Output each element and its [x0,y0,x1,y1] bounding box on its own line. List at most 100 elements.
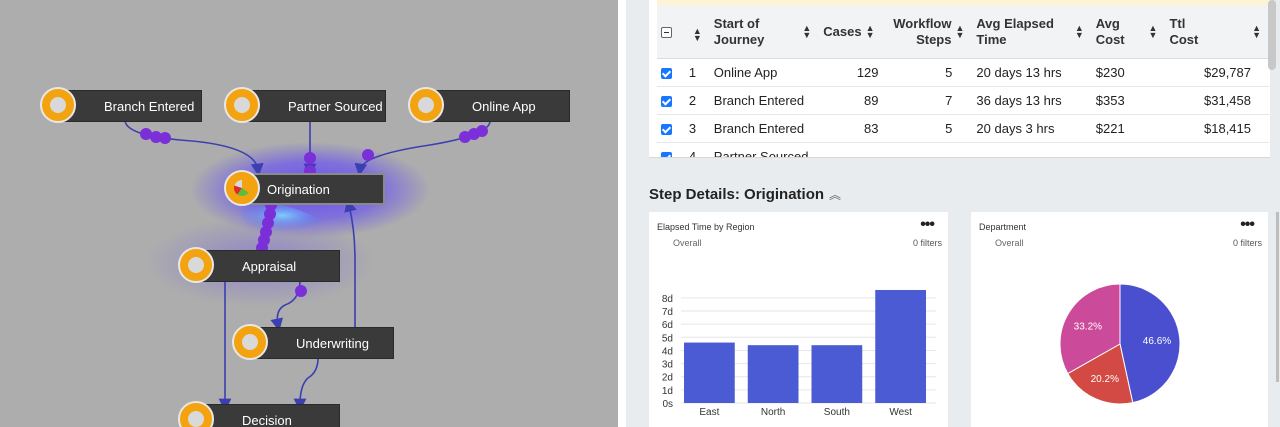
node-status-icon[interactable] [408,87,444,123]
cell-start: Branch Entered [709,114,820,143]
y-tick-label: 6d [662,320,673,331]
sort-icon[interactable]: ▲ ▼ [693,26,702,42]
col-start-of-journey[interactable]: Start of Journey ▲ ▼ [709,6,820,59]
node-label: Branch Entered [104,98,195,114]
pie-slice-label: 46.6% [1143,336,1171,347]
row-checkbox[interactable] [661,151,672,157]
y-tick-label: 2d [662,373,673,384]
node-label: Decision [242,412,292,427]
col-workflow-steps[interactable]: Workflow Steps ▲ ▼ [882,6,973,59]
select-all-header[interactable] [657,6,685,59]
select-all-checkbox[interactable] [661,26,672,38]
cell-avg-cost: $353 [1091,86,1166,115]
sort-icon[interactable]: ▲ ▼ [1252,23,1261,39]
x-tick-label: East [699,407,719,418]
cell-ttl-cost: $31,458 [1165,86,1269,115]
cell-avg-cost: $230 [1091,58,1166,87]
table-row[interactable]: 2 Branch Entered 89 7 36 days 13 hrs $35… [657,86,1269,115]
sort-icon[interactable]: ▲ ▼ [1075,23,1084,39]
table-row[interactable]: 1 Online App 129 5 20 days 13 hrs $230 $… [657,58,1269,87]
department-chart-card: Department Overall 0 filters ••• 46.6% 20… [971,212,1268,427]
y-tick-label: 0s [662,399,673,410]
node-partner-sourced[interactable]: Partner Sourced [246,90,386,122]
cell-start: Branch Entered [709,86,820,115]
bar-south [811,345,863,403]
sort-icon[interactable]: ▲ ▼ [802,23,811,39]
row-number: 4 [684,142,710,157]
cell-steps: 5 [882,114,973,143]
double-chevron-up-icon[interactable]: ︽ [829,186,841,203]
node-status-icon[interactable] [224,87,260,123]
col-cases[interactable]: Cases ▲ ▼ [819,6,883,59]
department-pie-chart: 46.6% 20.2% 33.2% [1059,283,1181,405]
table-row[interactable]: 3 Branch Entered 83 5 20 days 3 hrs $221… [657,114,1269,143]
pie-slice-label: 33.2% [1074,321,1102,332]
pie-slice-label: 20.2% [1091,374,1119,385]
table-row[interactable]: 4 Partner Sourced [657,142,1269,157]
node-label: Partner Sourced [288,98,383,114]
node-decision[interactable]: Decision [200,404,340,427]
cell-elapsed: 20 days 13 hrs [972,58,1092,87]
node-progress-pie-icon[interactable] [224,170,260,206]
cell-cases [819,142,883,157]
y-tick-label: 5d [662,333,673,344]
table-scrollbar[interactable] [1268,0,1276,70]
col-avg-cost[interactable]: Avg Cost ▲ ▼ [1091,6,1166,59]
node-label: Origination [267,181,330,197]
cell-avg-cost [1091,142,1166,157]
bar-west [875,290,926,403]
cell-start: Partner Sourced [709,142,820,157]
panel-divider[interactable] [618,0,626,427]
x-tick-label: North [761,407,785,418]
cell-elapsed [972,142,1092,157]
bar-east [684,342,735,403]
panel-scrollbar[interactable] [1276,212,1279,382]
cell-ttl-cost: $18,415 [1165,114,1269,143]
journey-table: ▲ ▼ Start of Journey ▲ ▼ Cases ▲ ▼ Workflow Ste… [657,6,1269,157]
row-number: 2 [684,86,710,115]
cell-cases: 89 [819,86,883,115]
cell-avg-cost: $221 [1091,114,1166,143]
col-ttl-cost[interactable]: Ttl Cost ▲ ▼ [1165,6,1269,59]
node-underwriting[interactable]: Underwriting [254,327,394,359]
table-header-row: ▲ ▼ Start of Journey ▲ ▼ Cases ▲ ▼ Workflow Ste… [657,6,1269,59]
y-tick-label: 4d [662,346,673,357]
row-checkbox[interactable] [661,95,672,107]
y-tick-label: 1d [662,386,673,397]
cell-steps: 5 [882,58,973,87]
cell-steps: 7 [882,86,973,115]
bar-north [747,345,799,403]
node-branch-entered[interactable]: Branch Entered [62,90,202,122]
row-number: 1 [684,58,710,87]
node-appraisal[interactable]: Appraisal [200,250,340,282]
sort-icon[interactable]: ▲ ▼ [1149,23,1158,39]
sort-icon[interactable]: ▲ ▼ [955,23,964,39]
node-label: Appraisal [242,258,297,274]
col-avg-elapsed-time[interactable]: Avg Elapsed Time ▲ ▼ [972,6,1092,59]
elapsed-time-chart-card: Elapsed Time by Region Overall 0 filters… [649,212,948,427]
cell-elapsed: 36 days 13 hrs [972,86,1092,115]
cell-steps [882,142,973,157]
journey-table-card: ▲ ▼ Start of Journey ▲ ▼ Cases ▲ ▼ Workflow Ste… [649,0,1270,158]
elapsed-bar-chart: 0s 1d 2d 3d 4d 5d 6d 7d 8d East North South West [662,290,936,418]
node-label: Online App [472,98,536,114]
step-details-title: Step Details: Origination [649,186,825,203]
node-status-icon[interactable] [178,247,214,283]
cell-ttl-cost [1165,142,1269,157]
node-status-icon[interactable] [232,324,268,360]
cell-cases: 129 [819,58,883,87]
row-number-header[interactable]: ▲ ▼ [684,6,710,59]
row-number: 3 [684,114,710,143]
node-status-icon[interactable] [40,87,76,123]
node-online-app[interactable]: Online App [430,90,570,122]
cell-cases: 83 [819,114,883,143]
cell-ttl-cost: $29,787 [1165,58,1269,87]
sort-icon[interactable]: ▲ ▼ [866,23,875,39]
y-tick-label: 8d [662,294,673,305]
row-checkbox[interactable] [661,123,672,135]
process-map-canvas[interactable]: Branch Entered Partner Sourced Online Ap… [0,0,618,427]
cell-start: Online App [709,58,820,87]
row-checkbox[interactable] [661,67,672,79]
y-tick-label: 7d [662,307,673,318]
process-flow-edges [124,119,491,412]
